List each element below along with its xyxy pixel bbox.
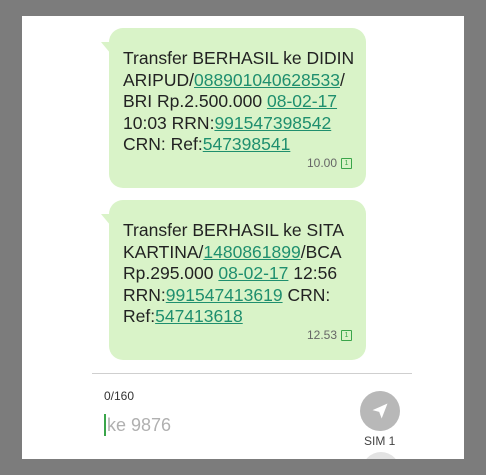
message-time: 10.00 — [306, 155, 337, 170]
attach-button[interactable] — [362, 452, 400, 459]
message-input[interactable]: ke 9876 — [104, 414, 171, 436]
message-text: Transfer BERHASIL ke DIDIN ARIPUD/088901… — [123, 48, 356, 156]
send-button[interactable] — [360, 391, 400, 431]
message-text-segment: 10:03 RRN: — [123, 112, 215, 133]
phone-number-link[interactable]: 088901040628533 — [194, 70, 340, 90]
rrn-number-link[interactable]: 991547413619 — [166, 285, 283, 305]
composer-divider — [92, 373, 412, 374]
conversation-screen: Transfer BERHASIL ke DIDIN ARIPUD/088901… — [22, 16, 464, 459]
message-text-segment: CRN: Ref: — [123, 134, 203, 154]
message-bubble[interactable]: Transfer BERHASIL ke DIDIN ARIPUD/088901… — [101, 28, 366, 188]
message-text: Transfer BERHASIL ke SITA KARTINA/148086… — [123, 220, 356, 328]
sim-label: SIM 1 — [364, 434, 396, 448]
ref-number-link[interactable]: 547413618 — [155, 306, 243, 326]
message-meta: 10.00 1 — [307, 153, 352, 175]
message-input-placeholder: ke 9876 — [107, 414, 172, 435]
char-counter: 0/160 — [104, 389, 135, 403]
send-icon — [372, 403, 388, 419]
rrn-number-link[interactable]: 991547398542 — [214, 113, 331, 133]
date-link[interactable]: 08-02-17 — [218, 263, 288, 283]
sim-icon: 1 — [341, 329, 352, 341]
date-link[interactable]: 08-02-17 — [267, 91, 337, 111]
phone-number-link[interactable]: 1480861899 — [203, 242, 300, 262]
sim-icon: 1 — [341, 157, 352, 169]
message-bubble[interactable]: Transfer BERHASIL ke SITA KARTINA/148086… — [101, 200, 366, 360]
message-time: 12.53 — [306, 327, 337, 342]
message-meta: 12.53 1 — [307, 325, 352, 347]
ref-number-link[interactable]: 547398541 — [203, 134, 291, 154]
text-cursor — [104, 414, 106, 436]
